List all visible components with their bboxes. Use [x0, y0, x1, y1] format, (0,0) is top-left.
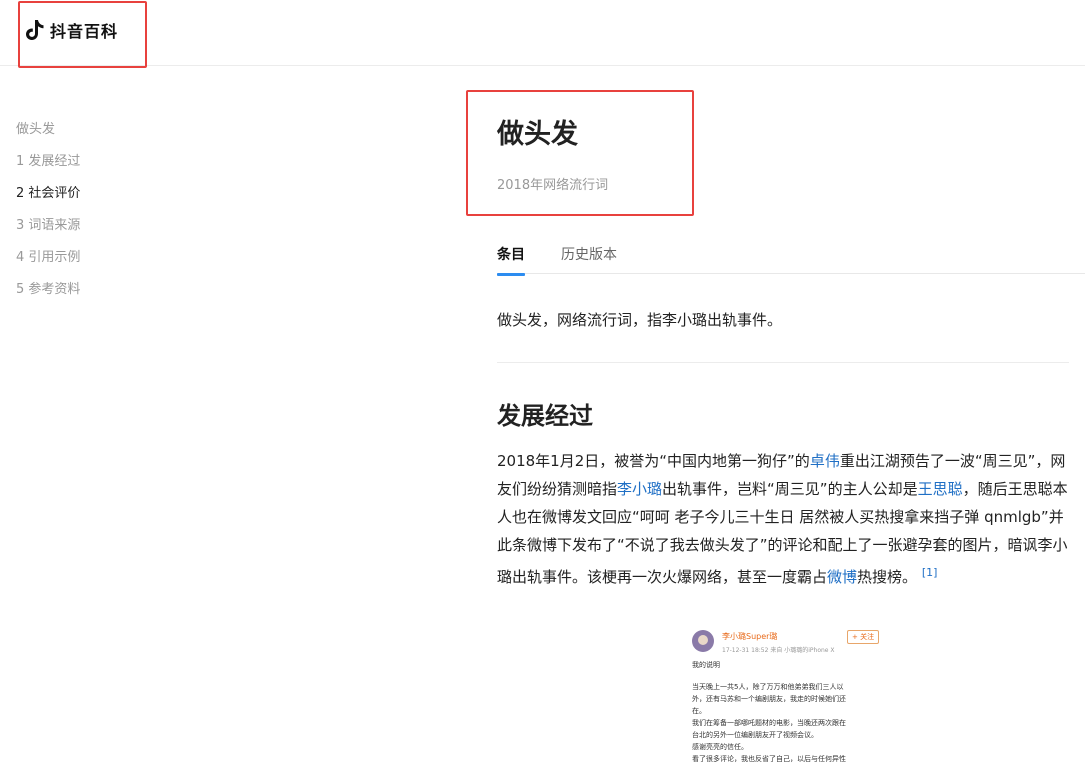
weibo-post-body: 我的说明 当天晚上一共5人，除了万万和他弟弟我们三人以 外，还有马苏和一个编剧朋… — [692, 659, 880, 765]
section-heading: 发展经过 — [497, 401, 593, 430]
weibo-line: 我们在筹备一部哪吒题材的电影，当晚还两次跟在 — [692, 719, 846, 727]
link-weibo[interactable]: 微博 — [827, 568, 857, 586]
link-wangsicong[interactable]: 王思聪 — [918, 480, 963, 498]
table-of-contents: 做头发 1 发展经过 2 社会评价 3 词语来源 4 引用示例 5 参考资料 — [16, 120, 80, 312]
entry-summary: 做头发，网络流行词，指李小璐出轨事件。 — [497, 311, 783, 329]
weibo-follow-badge: + 关注 — [847, 630, 880, 644]
toc-item-references[interactable]: 5 参考资料 — [16, 280, 80, 312]
weibo-screenshot-image: 李小璐Super璐 17-12-31 18:52 来自 小璐璐的iPhone X… — [692, 627, 882, 767]
weibo-line: 台北的另外一位编剧朋友开了视频会议。 — [692, 731, 818, 739]
tab-entry[interactable]: 条目 — [497, 244, 525, 276]
weibo-line: 在。 — [692, 707, 706, 715]
entry-tabs: 条目 历史版本 — [497, 240, 1085, 276]
weibo-line: 当天晚上一共5人，除了万万和他弟弟我们三人以 — [692, 683, 844, 691]
entry-subtitle: 2018年网络流行词 — [497, 178, 609, 193]
tab-entry-label: 条目 — [497, 247, 525, 263]
toc-item-word-origin[interactable]: 3 词语来源 — [16, 216, 80, 248]
paragraph-text-1: 2018年1月2日，被誉为“中国内地第一狗仔”的 — [497, 452, 810, 470]
link-lixiaolu[interactable]: 李小璐 — [617, 480, 662, 498]
avatar — [692, 630, 714, 652]
weibo-line: 感谢亮亮的信任。 — [692, 743, 748, 751]
entry-title: 做头发 — [497, 119, 578, 150]
weibo-username: 李小璐Super璐 — [722, 632, 778, 641]
toc-item-title[interactable]: 做头发 — [16, 120, 80, 152]
site-header: 抖音百科 — [0, 0, 1085, 68]
title-highlight-box — [466, 90, 694, 216]
section-paragraph: 2018年1月2日，被誉为“中国内地第一狗仔”的卓伟重出江湖预告了一波“周三见”… — [497, 447, 1071, 591]
toc-item-usage-examples[interactable]: 4 引用示例 — [16, 248, 80, 280]
weibo-post-meta: 17-12-31 18:52 来自 小璐璐的iPhone X — [722, 647, 835, 654]
weibo-line: 外，还有马苏和一个编剧朋友，我走的时候她们还 — [692, 695, 846, 703]
brand-name: 抖音百科 — [50, 22, 119, 41]
link-zhuowei[interactable]: 卓伟 — [810, 452, 840, 470]
tiktok-note-icon — [26, 20, 44, 40]
active-tab-indicator — [497, 273, 525, 276]
weibo-line: 我的说明 — [692, 661, 720, 669]
section-divider — [497, 362, 1069, 363]
tab-history[interactable]: 历史版本 — [561, 244, 617, 272]
paragraph-text-5: 热搜榜。 — [857, 568, 918, 586]
weibo-line-gap — [692, 671, 880, 681]
toc-item-development[interactable]: 1 发展经过 — [16, 152, 80, 184]
tab-history-label: 历史版本 — [561, 247, 617, 263]
weibo-line: 看了很多评论，我也反省了自己，以后与任何异性 — [692, 755, 846, 763]
brand-logo[interactable]: 抖音百科 — [25, 18, 118, 42]
reference-link[interactable]: [1] — [922, 566, 938, 579]
paragraph-text-3: 出轨事件，岂料“周三见”的主人公却是 — [662, 480, 918, 498]
toc-item-social-evaluation[interactable]: 2 社会评价 — [16, 184, 80, 216]
